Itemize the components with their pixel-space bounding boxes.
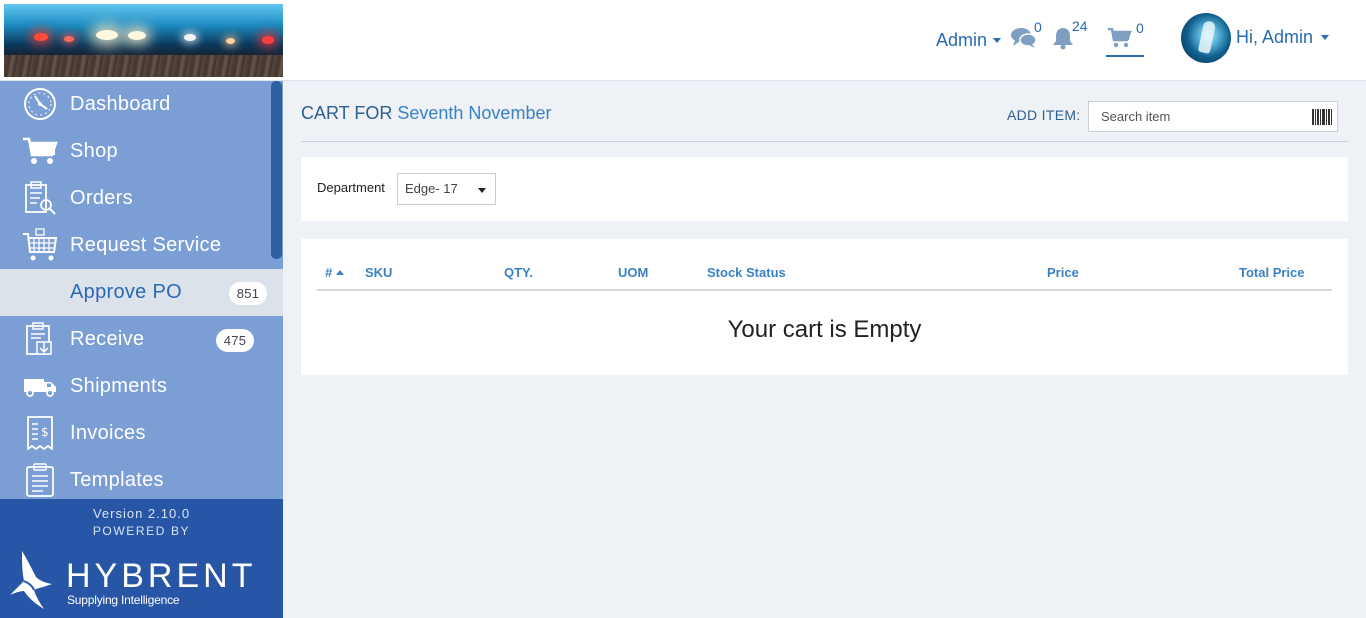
sidebar-item-shop[interactable]: Shop [0,128,270,175]
sidebar-item-dashboard[interactable]: Dashboard [0,81,270,128]
brand-tagline: Supplying Intelligence [67,593,180,607]
messages-count: 0 [1034,19,1042,35]
receive-count-badge: 475 [216,329,254,352]
powered-by-label: POWERED BY [92,524,191,538]
barcode-icon[interactable] [1312,109,1332,125]
sidebar-item-label: Orders [70,187,133,209]
department-label: Department [317,180,385,195]
avatar[interactable] [1181,13,1231,63]
role-menu[interactable]: Admin [936,30,1002,51]
chevron-down-icon [478,188,486,193]
shopping-cart-icon [1108,27,1132,48]
dashboard-gauge-icon [22,87,58,121]
search-item-box [1088,101,1338,132]
column-header-sku[interactable]: SKU [365,265,392,280]
column-header-qty[interactable]: QTY. [504,265,533,280]
delivery-truck-icon [22,369,58,403]
department-selected-value: Edge- 17 [405,181,458,196]
chevron-down-icon [993,38,1002,43]
sidebar-item-templates[interactable]: Templates [0,457,270,499]
sidebar-item-label: Shop [70,140,118,162]
sidebar-item-label: Request Service [70,234,222,256]
user-greeting: Hi, Admin [1236,27,1314,47]
cart-button[interactable] [1108,27,1132,53]
sidebar-item-label: Invoices [70,422,146,444]
column-header-uom[interactable]: UOM [618,265,648,280]
app-version: Version 2.10.0 [92,506,191,521]
sidebar-item-label: Shipments [70,375,168,397]
column-header-stock-status[interactable]: Stock Status [707,265,786,280]
sidebar: Dashboard Shop Orders Request Service Ap… [0,81,283,499]
hybrent-bird-logo-icon [10,551,52,609]
service-cart-icon [22,228,58,262]
cart-title-prefix: CART FOR [301,103,393,123]
sort-ascending-icon [336,270,345,275]
notifications-count: 24 [1072,18,1088,34]
cart-active-indicator [1106,55,1144,57]
sidebar-footer: Version 2.10.0 POWERED BY HYBRENT Supply… [0,499,283,618]
clipboard-download-icon [22,322,58,356]
table-header-divider [317,289,1332,291]
chevron-down-icon [1321,35,1330,40]
add-item-label: ADD ITEM: [1007,107,1081,123]
header-banner-image [4,4,283,77]
column-header-total-price[interactable]: Total Price [1239,265,1305,280]
sidebar-item-label: Dashboard [70,93,171,115]
invoice-dollar-icon: $ [22,416,58,450]
brand-name: HYBRENT [66,557,257,595]
sidebar-item-approve-po[interactable]: Approve PO 851 [0,269,283,316]
sidebar-item-label: Approve PO [70,281,182,303]
cart-name-link[interactable]: Seventh November [397,103,551,123]
svg-text:$: $ [41,425,49,439]
cart-table-panel [301,239,1348,375]
sidebar-item-label: Templates [70,469,164,491]
sidebar-item-shipments[interactable]: Shipments [0,363,270,410]
page-title: CART FOR Seventh November [301,103,551,124]
department-select[interactable]: Edge- 17 [397,173,496,205]
sidebar-scrollbar[interactable] [271,81,282,259]
cart-count: 0 [1136,20,1144,36]
shopping-cart-icon [22,134,58,168]
sidebar-item-orders[interactable]: Orders [0,175,270,222]
sidebar-item-label: Receive [70,328,145,350]
column-header-price[interactable]: Price [1047,265,1079,280]
clipboard-list-icon [22,463,58,497]
empty-cart-message: Your cart is Empty [727,316,922,343]
sidebar-item-request-service[interactable]: Request Service [0,222,270,269]
column-header-number[interactable]: # [325,265,345,280]
title-divider [301,141,1348,142]
user-menu[interactable]: Hi, Admin [1236,27,1330,48]
top-bar: Admin 0 24 0 Hi, Admin [0,0,1366,81]
sidebar-item-receive[interactable]: Receive 475 [0,316,270,363]
sidebar-item-invoices[interactable]: $ Invoices [0,410,270,457]
role-menu-label: Admin [936,30,988,50]
clipboard-search-icon [22,181,58,215]
approve-po-count-badge: 851 [229,282,267,305]
search-item-input[interactable] [1089,102,1309,131]
